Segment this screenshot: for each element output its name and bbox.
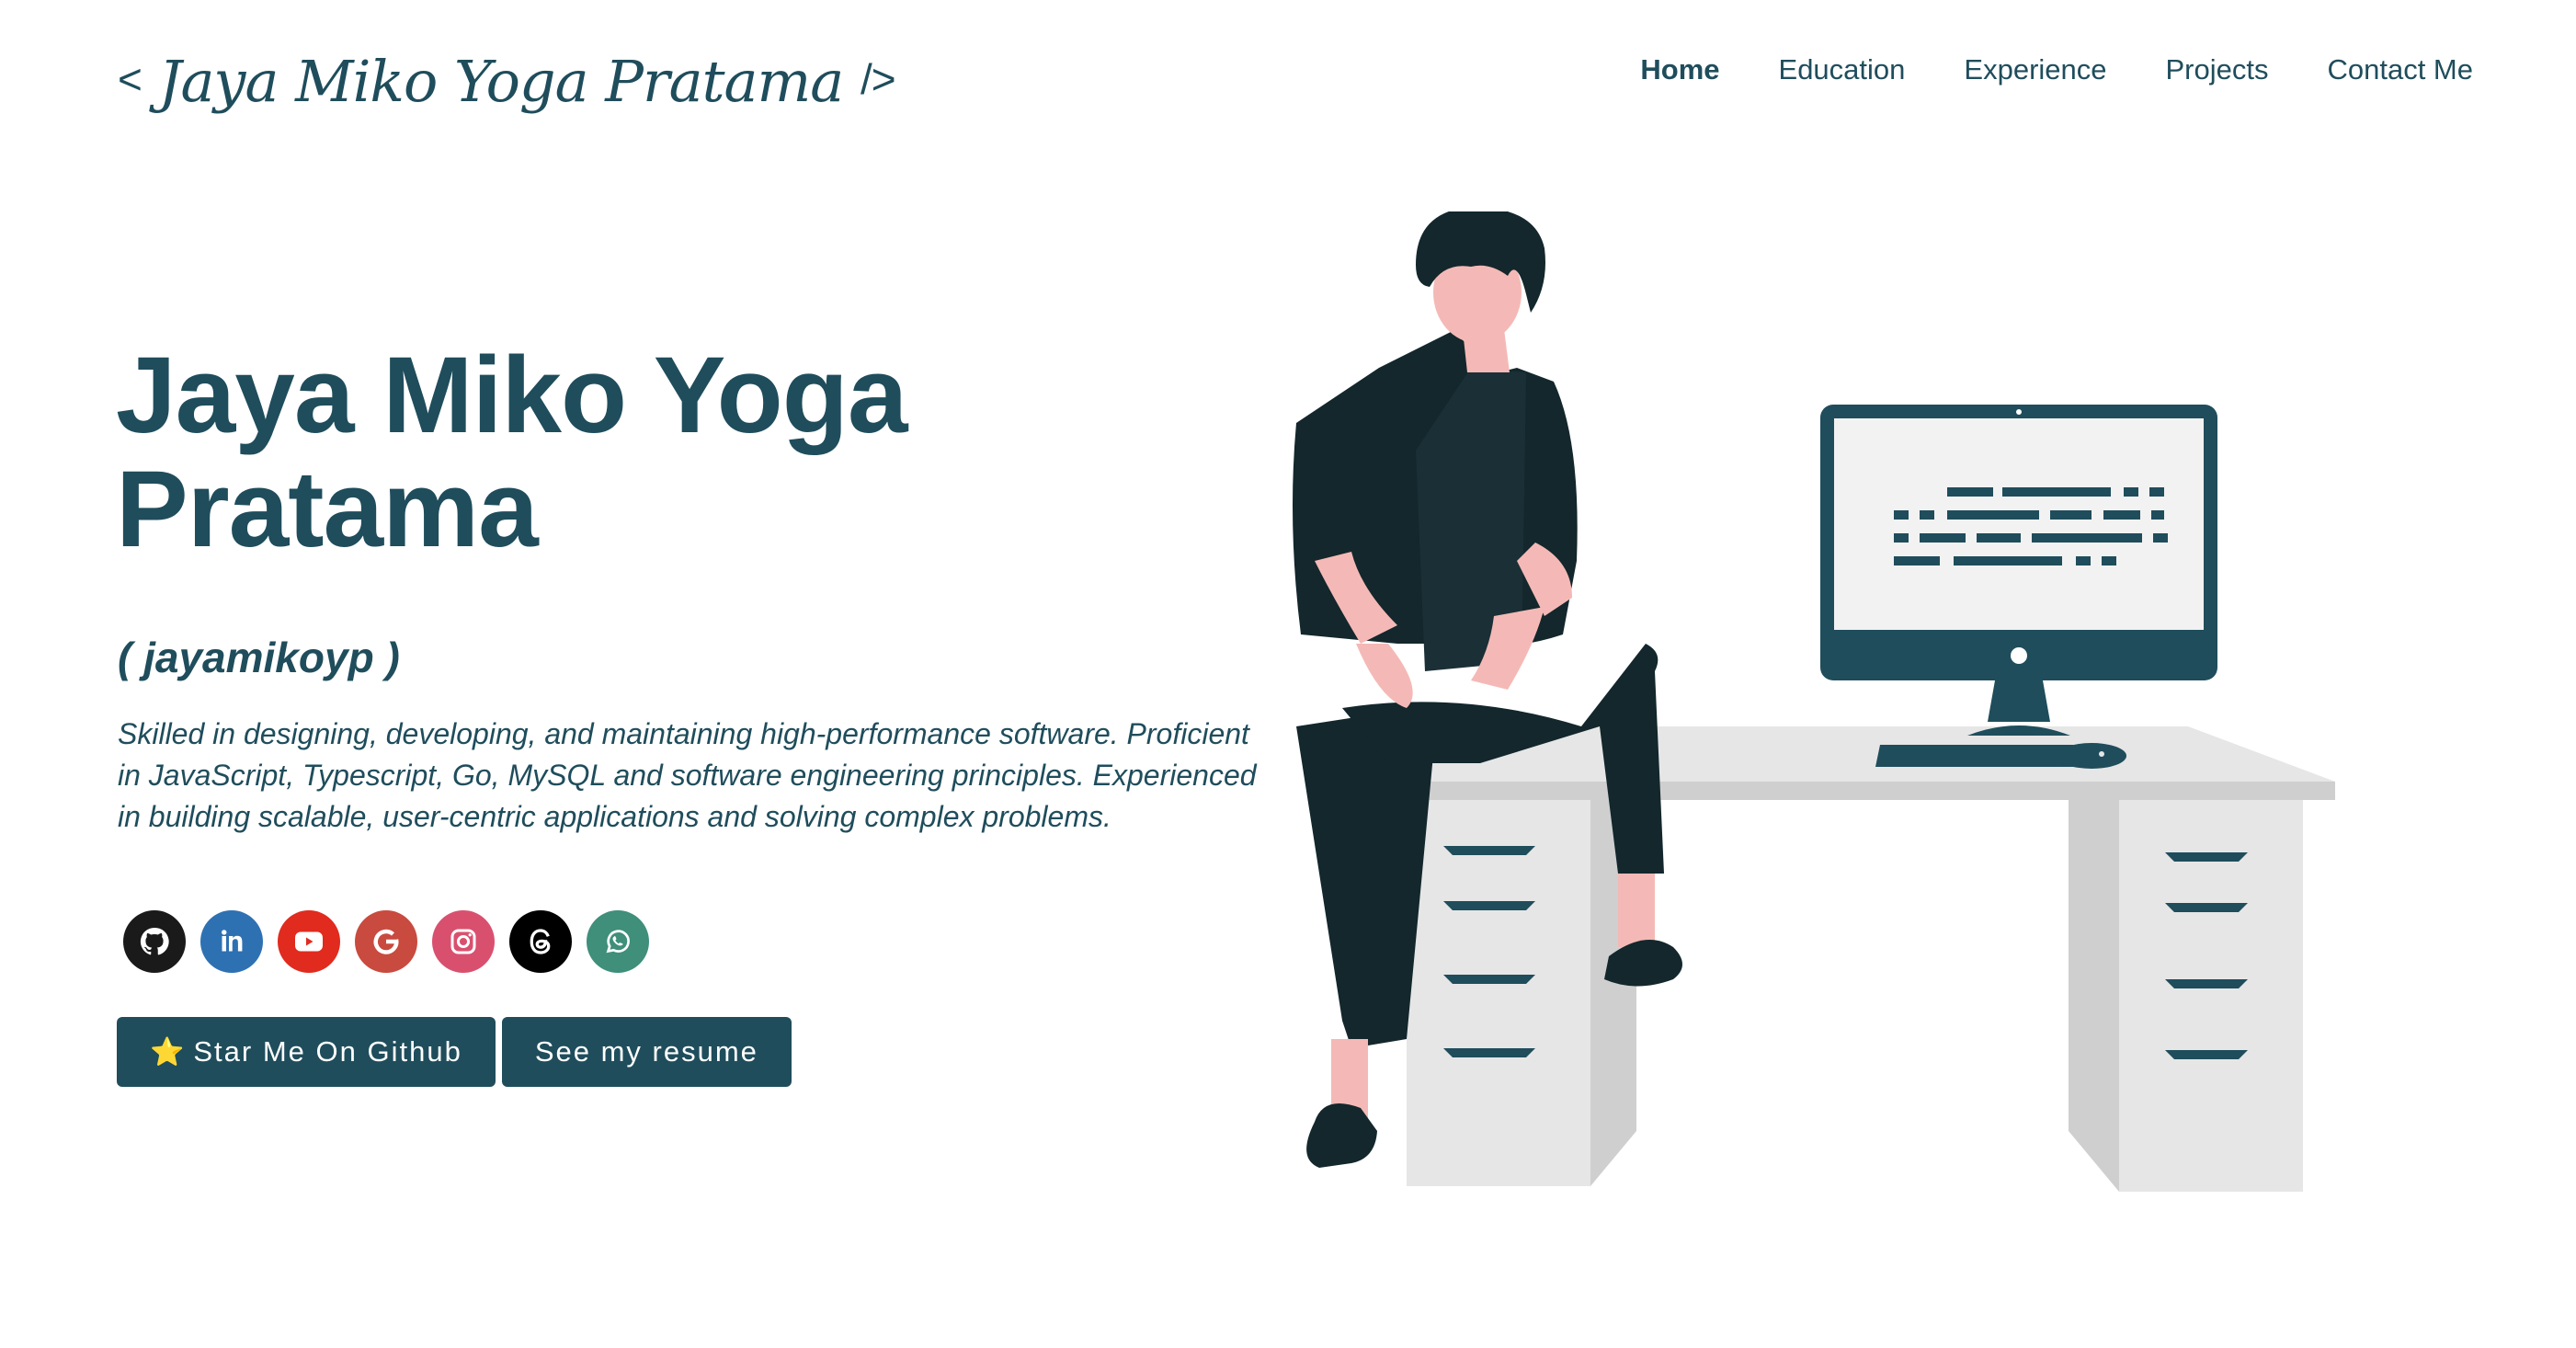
monitor-camera: [2016, 409, 2022, 415]
logo-name: Jaya Miko Yoga Pratama: [158, 48, 845, 115]
left-cabinet-front: [1407, 800, 1590, 1186]
bio-text: Skilled in designing, developing, and ma…: [118, 717, 1257, 833]
hero-title: Jaya Miko Yoga Pratama: [116, 338, 1035, 566]
drawer-handle: [1443, 1048, 1535, 1057]
threads-link[interactable]: [509, 910, 572, 973]
nav-contact-me[interactable]: Contact Me: [2327, 53, 2473, 86]
whatsapp-icon: [606, 930, 630, 954]
cta-buttons: ⭐ Star Me On Github See my resume: [117, 1017, 792, 1087]
linkedin-link[interactable]: [200, 910, 263, 973]
monitor-power-button: [2011, 647, 2027, 664]
page: < Jaya Miko Yoga Pratama /> Home Educati…: [0, 0, 2576, 1348]
drawer-handle: [1443, 901, 1535, 910]
hero-title-line2: Pratama: [116, 449, 539, 570]
computer-mouse: [2057, 743, 2126, 769]
instagram-icon: [450, 929, 476, 954]
star-icon: ⭐: [150, 1036, 185, 1068]
google-link[interactable]: [355, 910, 417, 973]
main-nav: Home Education Experience Projects Conta…: [1640, 53, 2473, 86]
star-on-github-button[interactable]: ⭐ Star Me On Github: [117, 1017, 496, 1087]
nav-home[interactable]: Home: [1640, 53, 1719, 86]
monitor-stand: [1988, 680, 2050, 722]
drawer-handle: [2165, 852, 2248, 862]
nav-education[interactable]: Education: [1779, 53, 1906, 86]
monitor-screen: [1834, 418, 2204, 630]
drawer-handle: [2165, 979, 2248, 988]
site-logo[interactable]: < Jaya Miko Yoga Pratama />: [118, 48, 896, 115]
social-links: [123, 910, 649, 973]
drawer-handle: [1443, 846, 1535, 855]
instagram-link[interactable]: [432, 910, 495, 973]
nav-projects[interactable]: Projects: [2166, 53, 2269, 86]
hero-title-line1: Jaya Miko Yoga: [116, 335, 907, 456]
linkedin-icon: [222, 930, 243, 952]
right-cabinet-side: [2069, 800, 2119, 1192]
whatsapp-link[interactable]: [587, 910, 649, 973]
drawer-handle: [1443, 975, 1535, 984]
nav-experience[interactable]: Experience: [1964, 53, 2106, 86]
youtube-icon: [295, 931, 323, 952]
google-icon: [373, 929, 399, 954]
logo-close-bracket: />: [860, 55, 896, 103]
developer-desk-illustration: [1293, 211, 2335, 1192]
desk-edge: [1397, 782, 2335, 800]
github-link[interactable]: [123, 910, 186, 973]
drawer-handle: [2165, 1050, 2248, 1059]
keyboard: [1875, 745, 2078, 767]
threads-icon: [530, 929, 551, 954]
github-icon: [140, 927, 169, 955]
youtube-link[interactable]: [278, 910, 340, 973]
see-resume-button[interactable]: See my resume: [501, 1017, 792, 1087]
username-handle: ( jayamikoyp ): [118, 634, 400, 681]
drawer-handle: [2165, 903, 2248, 912]
see-resume-label: See my resume: [534, 1035, 758, 1068]
logo-open-bracket: <: [118, 55, 142, 103]
star-on-github-label: Star Me On Github: [193, 1035, 462, 1068]
